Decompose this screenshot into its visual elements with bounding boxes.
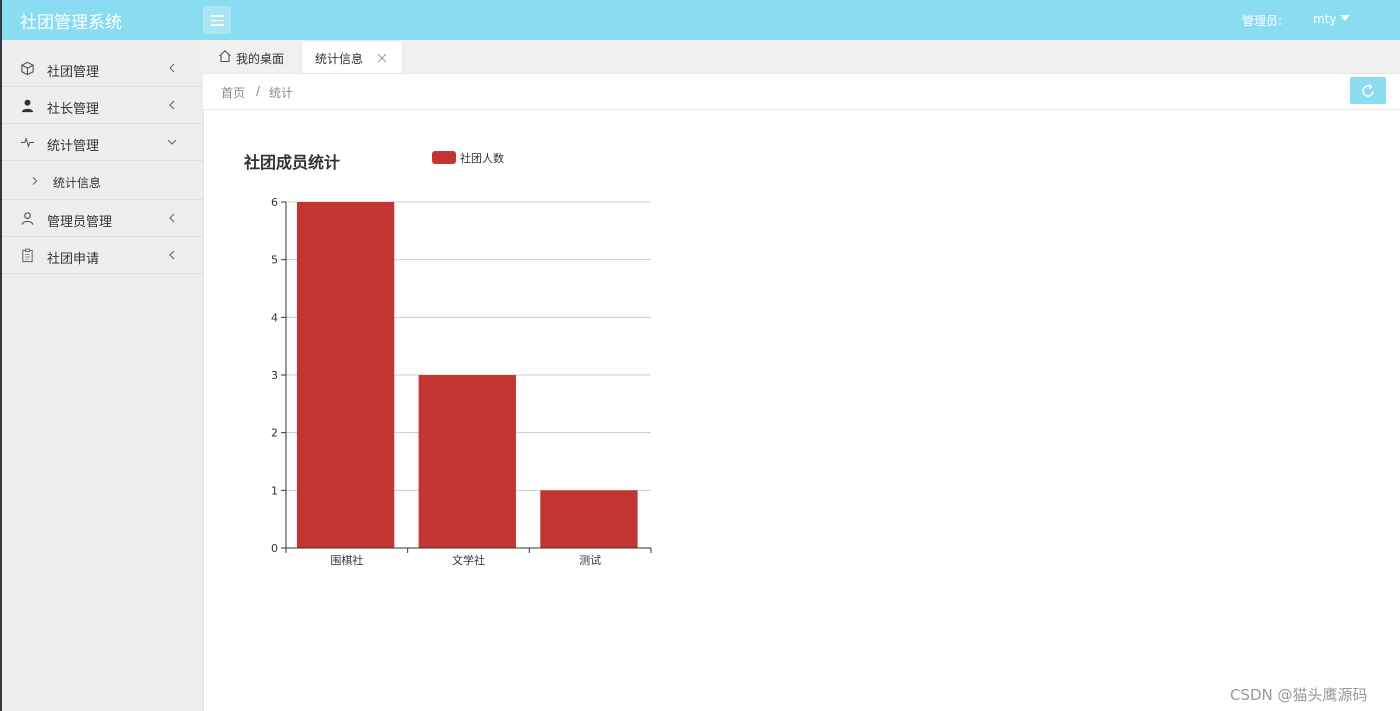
sidebar: 社团管理 社长管理 统计管理 统计信息 管理员管理 社团申请 — [2, 40, 204, 711]
y-tick-label: 1 — [271, 484, 278, 497]
x-tick-label: 文学社 — [452, 553, 485, 567]
chevron-right-icon — [32, 177, 38, 185]
chart-title: 社团成员统计 — [244, 153, 341, 172]
legend-swatch[interactable] — [432, 151, 456, 164]
tab-label: 我的桌面 — [236, 52, 285, 66]
user-outline-icon — [21, 212, 34, 225]
bar-chart: 0 1 2 3 4 5 6 围棋社 文学社 测试 — [271, 196, 652, 567]
sidebar-item-label: 社长管理 — [47, 102, 100, 117]
sidebar-subitem-stats-info[interactable]: 统计信息 — [2, 163, 203, 200]
sidebar-item-club-application[interactable]: 社团申请 — [2, 237, 203, 274]
bar[interactable] — [418, 375, 516, 548]
sidebar-item-club-management[interactable]: 社团管理 — [2, 50, 203, 87]
breadcrumb: 首页 / 统计 — [203, 74, 1400, 110]
sidebar-item-label: 统计管理 — [47, 139, 100, 154]
refresh-icon — [1362, 83, 1374, 97]
y-tick-label: 5 — [271, 254, 278, 267]
home-icon — [219, 50, 231, 63]
refresh-button[interactable] — [1350, 77, 1386, 104]
breadcrumb-current: 统计 — [269, 86, 294, 100]
y-tick-label: 4 — [271, 311, 278, 324]
sidebar-subitem-label: 统计信息 — [53, 176, 102, 190]
legend-label[interactable]: 社团人数 — [460, 150, 504, 166]
app-logo: 社团管理系统 — [20, 13, 122, 33]
sidebar-item-president-management[interactable]: 社长管理 — [2, 87, 203, 124]
chevron-down-icon — [167, 139, 177, 145]
menu-toggle-button[interactable] — [203, 6, 231, 34]
x-tick-label: 围棋社 — [330, 553, 363, 567]
close-icon[interactable] — [377, 53, 387, 63]
hamburger-icon — [211, 15, 224, 17]
tab-stats-info[interactable]: 统计信息 — [301, 42, 403, 73]
sidebar-item-label: 社团管理 — [47, 65, 100, 80]
admin-label: 管理员: — [1242, 14, 1283, 28]
y-tick-label: 3 — [271, 369, 278, 382]
tab-bar: 我的桌面 统计信息 — [203, 40, 1400, 74]
cube-icon — [21, 61, 34, 76]
clipboard-icon — [22, 248, 33, 263]
top-header: 社团管理系统 管理员: mty — [2, 0, 1400, 40]
tab-label: 统计信息 — [315, 52, 364, 66]
chevron-left-icon — [169, 63, 175, 73]
bar[interactable] — [540, 490, 638, 548]
chevron-left-icon — [169, 250, 175, 260]
y-tick-label: 6 — [271, 196, 278, 209]
user-icon — [21, 99, 34, 113]
breadcrumb-separator: / — [256, 84, 261, 98]
bar[interactable] — [296, 202, 395, 548]
sidebar-item-label: 管理员管理 — [47, 215, 113, 230]
watermark: CSDN @猫头鹰源码 — [1230, 686, 1368, 704]
breadcrumb-home[interactable]: 首页 — [221, 84, 245, 101]
admin-user-menu[interactable]: mty — [1313, 12, 1337, 26]
y-tick-label: 0 — [271, 542, 278, 555]
hamburger-icon-line — [211, 19, 224, 21]
hamburger-icon-line — [211, 24, 224, 26]
chevron-left-icon — [169, 213, 175, 223]
sidebar-item-label: 社团申请 — [47, 252, 100, 267]
chevron-left-icon — [169, 100, 175, 110]
sidebar-item-admin-management[interactable]: 管理员管理 — [2, 200, 203, 237]
sidebar-item-stats-management[interactable]: 统计管理 — [2, 124, 203, 161]
pulse-icon — [20, 137, 35, 148]
x-tick-label: 测试 — [579, 554, 601, 567]
y-tick-label: 2 — [271, 427, 278, 440]
tab-my-desktop[interactable]: 我的桌面 — [205, 42, 300, 73]
caret-down-icon[interactable] — [1340, 15, 1350, 21]
